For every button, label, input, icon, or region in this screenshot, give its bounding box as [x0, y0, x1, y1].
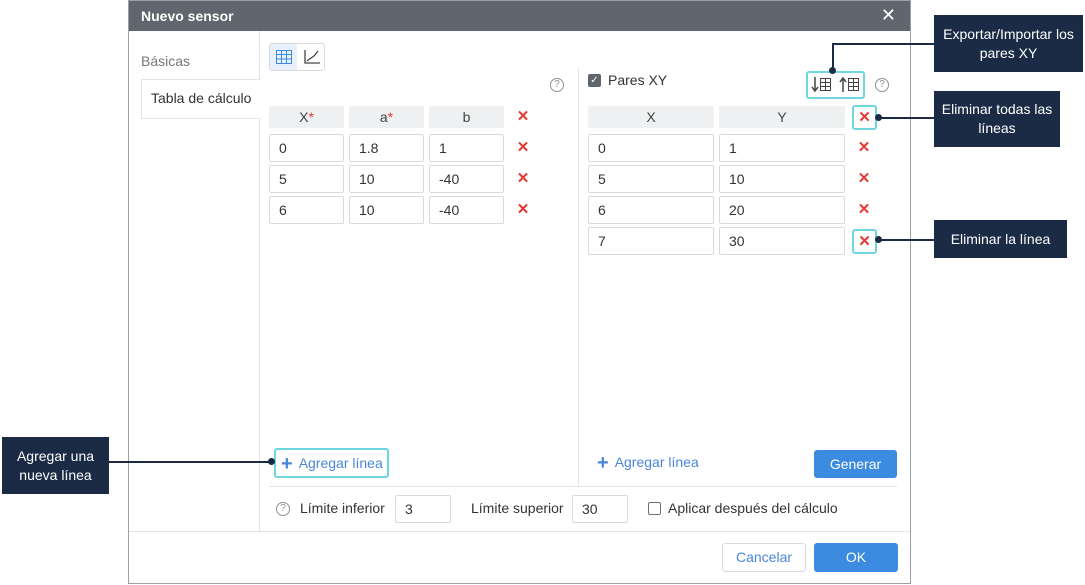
pares-xy-label-text: Pares XY	[608, 72, 668, 88]
callout-add-new-line: Agregar una nueva línea	[2, 437, 109, 494]
apply-after-checkbox[interactable]	[648, 502, 661, 515]
plus-icon: +	[281, 453, 293, 475]
required-mark: *	[387, 109, 394, 125]
add-pair-button[interactable]: + Agregar línea	[597, 449, 699, 476]
required-mark: *	[308, 109, 314, 125]
cell-b[interactable]: -40	[429, 196, 504, 224]
delete-row-icon[interactable]: ✕	[513, 200, 533, 220]
tab-tabla-de-calculo[interactable]: Tabla de cálculo	[141, 79, 261, 119]
cell-a[interactable]: 10	[349, 165, 424, 193]
cell-b[interactable]: -40	[429, 165, 504, 193]
callout-dot	[875, 114, 882, 121]
import-button[interactable]	[839, 75, 863, 95]
delete-pair-icon[interactable]: ✕	[854, 169, 874, 189]
delete-pair-icon[interactable]: ✕	[854, 138, 874, 158]
callout-dot	[829, 67, 836, 74]
delete-all-pairs-icon[interactable]: ✕	[852, 105, 877, 130]
delete-pair-icon[interactable]: ✕	[852, 229, 877, 254]
cell-x[interactable]: 6	[269, 196, 344, 224]
dialog-title: Nuevo sensor	[141, 8, 234, 24]
column-header-b: b	[429, 106, 504, 128]
divider	[269, 486, 897, 487]
delete-pair-icon[interactable]: ✕	[854, 200, 874, 220]
pair-y-cell[interactable]: 20	[719, 196, 845, 224]
cell-x[interactable]: 0	[269, 134, 344, 162]
pares-xy-checkbox[interactable]: ✓	[588, 74, 601, 87]
pair-x-cell[interactable]: 6	[588, 196, 714, 224]
ok-button[interactable]: OK	[814, 543, 898, 572]
upper-limit-label: Límite superior	[471, 500, 564, 516]
pair-x-cell[interactable]: 0	[588, 134, 714, 162]
pair-x-cell[interactable]: 7	[588, 227, 714, 255]
add-line-button[interactable]: + Agregar línea	[274, 448, 389, 478]
new-sensor-dialog: Nuevo sensor ✕ Básicas Tabla de cálculo …	[128, 0, 911, 584]
check-icon: ✓	[590, 75, 599, 86]
pairs-header-x: X	[588, 106, 714, 128]
apply-after-label: Aplicar después del cálculo	[668, 500, 838, 516]
chart-view-icon	[303, 50, 320, 64]
pair-x-cell[interactable]: 5	[588, 165, 714, 193]
callout-export-import: Exportar/Importar los pares XY	[934, 15, 1083, 72]
callout-delete-line: Eliminar la línea	[934, 220, 1067, 258]
add-pair-label: Agregar línea	[614, 454, 699, 470]
plus-icon: +	[597, 452, 609, 474]
cell-b[interactable]: 1	[429, 134, 504, 162]
tab-list: Básicas Tabla de cálculo	[129, 31, 261, 531]
lower-limit-input[interactable]: 3	[395, 495, 451, 523]
callout-connector	[878, 239, 934, 241]
callout-connector	[832, 43, 934, 45]
column-header-a-label: a	[379, 109, 388, 125]
pair-y-cell[interactable]: 10	[719, 165, 845, 193]
column-header-x: X*	[269, 106, 344, 128]
cell-a[interactable]: 1.8	[349, 134, 424, 162]
close-icon[interactable]: ✕	[881, 5, 896, 25]
callout-connector	[109, 461, 271, 463]
export-import-buttons	[806, 71, 865, 99]
tab-basicas[interactable]: Básicas	[141, 53, 190, 69]
generate-button[interactable]: Generar	[814, 450, 897, 478]
help-icon[interactable]: ?	[276, 502, 290, 516]
callout-connector	[878, 117, 934, 119]
pair-y-cell[interactable]: 30	[719, 227, 845, 255]
footer-divider	[129, 531, 910, 532]
table-view-button[interactable]	[270, 44, 297, 70]
upper-limit-input[interactable]: 30	[572, 495, 628, 523]
panel-divider	[578, 69, 579, 486]
callout-dot	[268, 458, 275, 465]
view-switch	[269, 43, 325, 71]
import-icon	[839, 76, 859, 92]
add-line-label: Agregar línea	[298, 455, 383, 471]
delete-all-rows-icon[interactable]: ✕	[513, 107, 533, 127]
table-view-icon	[275, 50, 292, 64]
export-button[interactable]	[811, 75, 835, 95]
chart-view-button[interactable]	[298, 44, 325, 70]
delete-row-icon[interactable]: ✕	[513, 169, 533, 189]
help-icon[interactable]: ?	[875, 78, 889, 92]
dialog-titlebar: Nuevo sensor ✕	[129, 1, 910, 31]
callout-delete-all: Eliminar todas las líneas	[934, 91, 1060, 147]
pairs-header-y: Y	[719, 106, 845, 128]
pair-y-cell[interactable]: 1	[719, 134, 845, 162]
cell-a[interactable]: 10	[349, 196, 424, 224]
callout-dot	[875, 236, 882, 243]
column-header-a: a*	[349, 106, 424, 128]
export-icon	[811, 77, 831, 93]
delete-row-icon[interactable]: ✕	[513, 138, 533, 158]
lower-limit-label: Límite inferior	[300, 500, 385, 516]
cancel-button[interactable]: Cancelar	[722, 543, 806, 572]
cell-x[interactable]: 5	[269, 165, 344, 193]
help-icon[interactable]: ?	[550, 78, 564, 92]
